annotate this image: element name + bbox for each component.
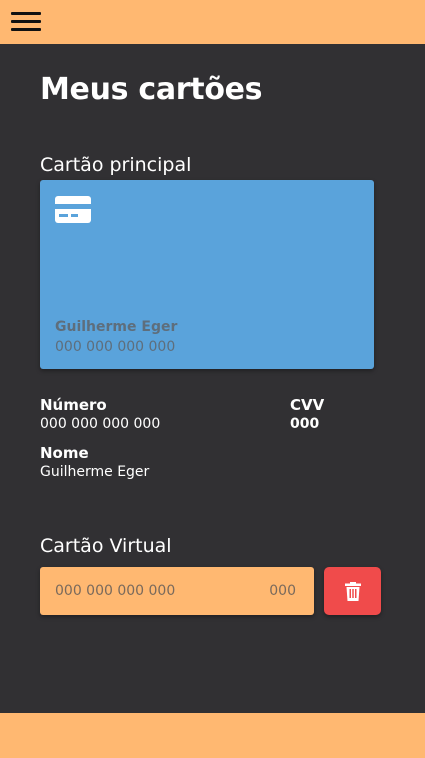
card-holder-name: Guilherme Eger bbox=[55, 319, 178, 335]
cvv-label: CVV bbox=[290, 396, 325, 414]
virtual-card-cvv: 000 bbox=[269, 583, 296, 599]
delete-virtual-card-button[interactable] bbox=[324, 567, 381, 615]
virtual-card-number: 000 000 000 000 bbox=[55, 583, 176, 599]
footer-bar bbox=[0, 713, 425, 758]
number-label: Número bbox=[40, 396, 107, 414]
main-card[interactable]: Guilherme Eger 000 000 000 000 bbox=[40, 180, 374, 369]
name-label: Nome bbox=[40, 444, 89, 462]
page-title: Meus cartões bbox=[40, 72, 263, 107]
virtual-card-section-title: Cartão Virtual bbox=[40, 535, 172, 557]
credit-card-icon bbox=[55, 196, 91, 223]
card-number: 000 000 000 000 bbox=[55, 339, 176, 355]
number-value: 000 000 000 000 bbox=[40, 416, 161, 432]
name-value: Guilherme Eger bbox=[40, 464, 150, 480]
trash-icon bbox=[345, 582, 361, 601]
hamburger-menu-icon[interactable] bbox=[11, 12, 41, 32]
cvv-value: 000 bbox=[290, 416, 320, 432]
virtual-card[interactable]: 000 000 000 000 000 bbox=[40, 567, 314, 615]
top-bar bbox=[0, 0, 425, 44]
main-card-section-title: Cartão principal bbox=[40, 154, 192, 176]
